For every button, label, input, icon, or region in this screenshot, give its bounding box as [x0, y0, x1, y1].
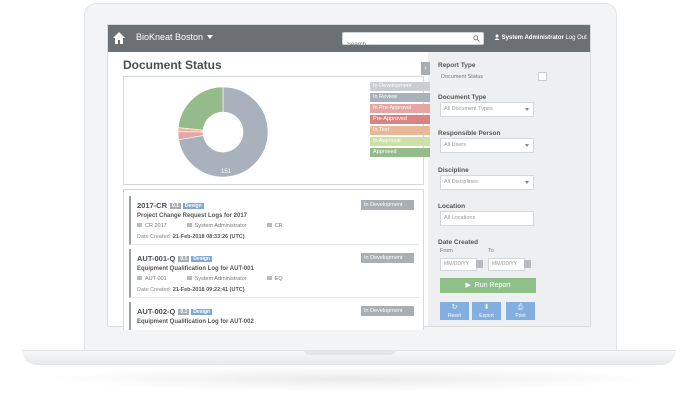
document-date: Date Created: 21-Feb-2018 09:22:41 (UTC) — [137, 287, 245, 293]
document-owner: System Administrator — [194, 223, 247, 229]
export-label: Export — [479, 313, 494, 319]
print-label: Print — [515, 313, 526, 319]
calendar-icon[interactable] — [524, 260, 531, 268]
status-badge: In Development — [361, 253, 414, 263]
discipline-value: All Disciplines — [444, 179, 478, 185]
report-type-label: Report Type — [438, 62, 476, 69]
version-badge: 0.1 — [178, 256, 190, 262]
document-id[interactable]: 2017-CR 0.1 Design — [137, 201, 204, 210]
to-label: To — [488, 248, 494, 254]
legend-item[interactable]: In Review — [370, 93, 430, 102]
chevron-down-icon — [525, 108, 529, 111]
document-ref: CR 2017 — [145, 223, 167, 229]
document-id[interactable]: AUT-001-Q 0.1 Design — [137, 254, 212, 263]
doc-type-label: Document Type — [438, 94, 487, 101]
document-ref: AUT-001 — [145, 276, 167, 282]
run-report-label: Run Report — [474, 282, 511, 289]
person-value: All Users — [444, 142, 467, 148]
print-icon: ⎙ — [517, 304, 524, 311]
document-row[interactable]: AUT-002-Q 0.1 Design Equipment Qualificatio… — [129, 302, 419, 330]
legend-item[interactable]: In Development — [370, 82, 430, 91]
document-list: 2017-CR 0.1 Design Project Change Request L… — [123, 189, 424, 330]
print-button[interactable]: ⎙ Print — [506, 302, 535, 320]
document-row[interactable]: 2017-CR 0.1 Design Project Change Request L… — [129, 196, 419, 245]
play-icon: ▶ — [465, 282, 471, 289]
version-badge: 0.1 — [170, 203, 181, 209]
document-id-text: AUT-001-Q — [137, 254, 176, 263]
document-category: EQ — [274, 276, 283, 282]
calendar-icon[interactable] — [476, 260, 483, 268]
legend-item[interactable]: Approved — [370, 148, 430, 157]
file-icon — [266, 276, 272, 280]
type-badge: Design — [191, 256, 212, 262]
doc-type-select[interactable]: All Document Types — [440, 102, 534, 117]
date-created-label: Date Created — [438, 239, 479, 246]
date-created-label: Date Created: — [137, 287, 172, 293]
document-id-text: AUT-002-Q — [137, 307, 176, 316]
slice-value-label: 5 — [266, 90, 270, 96]
legend-item[interactable]: Pre-Approved — [370, 115, 430, 124]
date-to-placeholder: MM/DD/YY — [492, 261, 517, 267]
discipline-label: Discipline — [438, 167, 469, 174]
download-icon: ⬇ — [483, 304, 490, 311]
page-title: Document Status — [123, 58, 222, 72]
status-badge: In Development — [361, 200, 414, 210]
person-select[interactable]: All Users — [440, 138, 534, 153]
person-label: Responsible Person — [438, 130, 501, 137]
date-to-input[interactable]: MM/DD/YY — [488, 258, 525, 271]
chevron-down-icon — [525, 144, 529, 147]
overlay: Document Status 151 49 5 In Development In … — [0, 0, 700, 420]
slice-value-label: 49 — [243, 84, 250, 90]
pie-slice-approved[interactable] — [177, 86, 224, 131]
file-icon — [266, 223, 272, 227]
date-created-value: 21-Feb-2018 09:22:41 (UTC) — [172, 287, 245, 293]
location-label: Location — [438, 203, 466, 210]
reset-button[interactable]: ↻ Reset — [440, 302, 469, 320]
version-badge: 0.1 — [178, 309, 190, 315]
report-type-value: Document Status — [441, 74, 484, 80]
user-icon — [186, 223, 192, 227]
document-title: Equipment Qualification Log for AUT-001 — [137, 266, 254, 272]
user-icon — [186, 276, 192, 280]
document-meta: AUT-001 System Administrator EQ — [137, 276, 303, 282]
date-created-label: Date Created: — [137, 234, 172, 240]
type-badge: Design — [182, 203, 204, 209]
legend-item[interactable]: In Test — [370, 126, 430, 135]
document-date: Date Created: 21-Feb-2018 08:33:26 (UTC) — [137, 234, 245, 240]
document-category: CR — [274, 223, 283, 229]
document-owner: System Administrator — [194, 276, 247, 282]
legend-item[interactable]: In Approval — [370, 137, 430, 146]
document-id[interactable]: AUT-002-Q 0.1 Design — [137, 307, 212, 316]
date-created-value: 21-Feb-2018 08:33:26 (UTC) — [172, 234, 245, 240]
chart-legend: In Development In Review In Pre-Approval Pr… — [370, 82, 430, 159]
discipline-select[interactable]: All Disciplines — [440, 175, 534, 190]
panel-toggle-icon[interactable]: › — [421, 62, 430, 75]
date-from-input[interactable]: MM/DD/YY — [440, 258, 477, 271]
document-title: Equipment Qualification Log for AUT-002 — [137, 319, 254, 325]
from-label: From — [440, 248, 453, 254]
date-from-placeholder: MM/DD/YY — [444, 261, 469, 267]
status-badge: In Development — [361, 306, 414, 316]
type-badge: Design — [191, 309, 212, 315]
reset-icon: ↻ — [451, 304, 458, 311]
location-input[interactable]: All Locations — [440, 211, 534, 226]
location-value: All Locations — [444, 215, 476, 221]
legend-item[interactable]: In Pre-Approval — [370, 104, 430, 113]
chevron-down-icon — [525, 181, 529, 184]
document-meta: CR 2017 System Administrator CR — [137, 223, 303, 229]
folder-icon — [137, 276, 142, 280]
reset-label: Reset — [447, 313, 462, 319]
document-id-text: 2017-CR — [137, 201, 168, 210]
run-report-button[interactable]: ▶ Run Report — [440, 278, 536, 293]
report-type-checkbox[interactable] — [538, 72, 547, 81]
document-title: Project Change Request Logs for 2017 — [137, 213, 248, 219]
slice-value-label: 151 — [221, 169, 232, 175]
folder-icon — [137, 223, 142, 227]
export-button[interactable]: ⬇ Export — [472, 302, 501, 320]
document-row[interactable]: AUT-001-Q 0.1 Design Equipment Qualificatio… — [129, 249, 419, 298]
doc-type-value: All Document Types — [444, 106, 493, 112]
